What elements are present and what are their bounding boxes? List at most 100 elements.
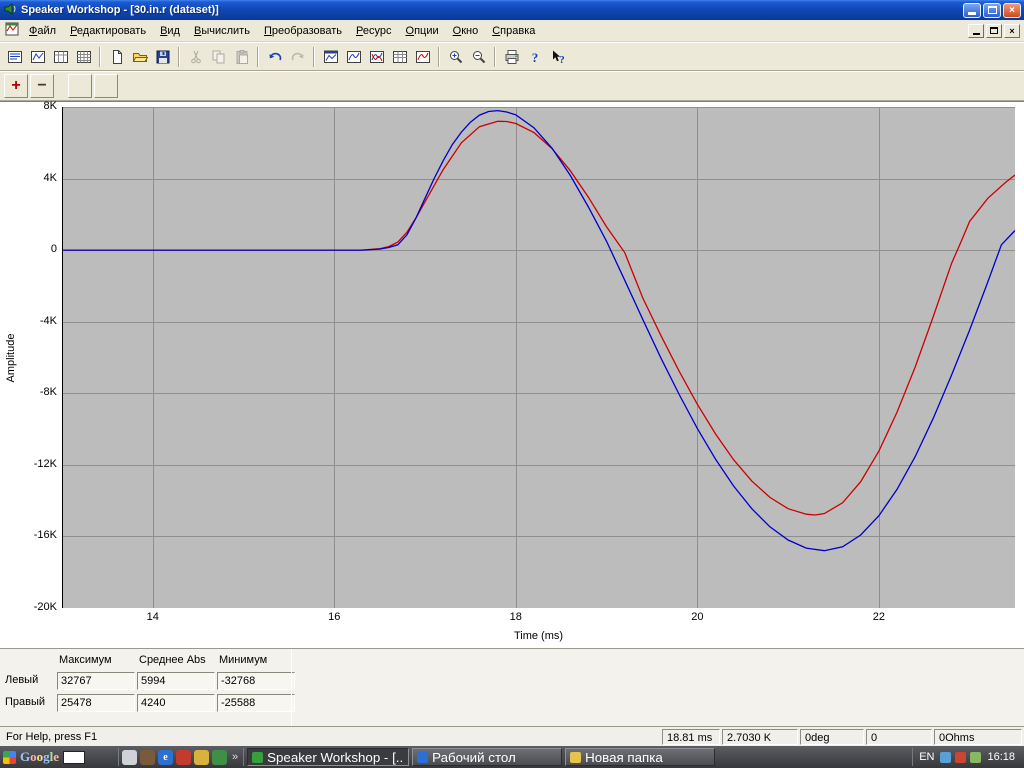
quick-launch-gauge-icon[interactable] <box>140 749 155 765</box>
main-toolbar: ?? <box>0 42 1024 71</box>
stats-value-cell: -32768 <box>217 672 295 690</box>
cut-button[interactable] <box>184 46 207 68</box>
undo-button[interactable] <box>263 46 286 68</box>
close-button[interactable]: × <box>1003 2 1021 18</box>
statistics-table: Максимум Среднее Abs Минимум Левый 32767 5994… <box>0 649 1024 712</box>
google-deskbar[interactable]: Google <box>3 749 115 765</box>
zoom-out-button[interactable] <box>467 46 490 68</box>
tray-volume-icon[interactable] <box>970 751 982 763</box>
title-bar: Speaker Workshop - [30.in.r (dataset)] × <box>0 0 1024 20</box>
toolbar-separator <box>438 46 440 67</box>
y-tick-label: -8K <box>39 386 57 399</box>
menu-item-опции[interactable]: Опции <box>399 21 446 41</box>
quick-launch-security-icon[interactable] <box>212 749 227 765</box>
taskbar: Google e » Speaker Workshop - [... Рабочий… <box>0 746 1024 768</box>
stats-corner <box>5 654 55 668</box>
task-button-label: Speaker Workshop - [... <box>267 749 405 765</box>
quick-launch-ie-icon[interactable]: e <box>158 749 173 765</box>
status-field: 0deg <box>800 728 864 745</box>
paste-button[interactable] <box>230 46 253 68</box>
chart-red-button[interactable] <box>411 46 434 68</box>
chart-overlay-button[interactable] <box>365 46 388 68</box>
table-view-button[interactable] <box>49 46 72 68</box>
y-tick-label: -16K <box>33 529 57 542</box>
y-tick-label: -4K <box>39 314 57 327</box>
tray-antivirus-icon[interactable] <box>955 751 967 763</box>
menu-item-файл[interactable]: Файл <box>22 21 63 41</box>
tray-icons <box>940 751 982 763</box>
stats-column-header: Среднее Abs <box>139 654 206 666</box>
toolbar-separator <box>99 46 101 67</box>
menu-item-вид[interactable]: Вид <box>153 21 187 41</box>
chart-region: Amplitude Time (ms) 8K 4K 0 -4K -8K -12K -16K -… <box>0 100 1024 648</box>
status-help-text: For Help, press F1 <box>6 730 98 743</box>
quick-launch-player-icon[interactable] <box>176 749 191 765</box>
menu-item-редактировать[interactable]: Редактировать <box>63 21 153 41</box>
task-desktop-icon <box>417 751 429 763</box>
quick-launch-document-icon[interactable] <box>122 749 137 765</box>
help-button[interactable]: ? <box>523 46 546 68</box>
tray-display-icon[interactable] <box>940 751 952 763</box>
task-speaker-workshop[interactable]: Speaker Workshop - [... <box>247 748 410 766</box>
y-tick-label: -20K <box>33 601 57 613</box>
task-new-folder[interactable]: Новая папка <box>565 748 716 766</box>
toolbar-separator <box>494 46 496 67</box>
task-new-folder-icon <box>570 751 582 763</box>
menu-item-справка[interactable]: Справка <box>485 21 542 41</box>
toolbar-separator <box>257 46 259 67</box>
menu-item-вычислить[interactable]: Вычислить <box>187 21 257 41</box>
new-chart-window-button[interactable] <box>319 46 342 68</box>
quick-launch-keys-icon[interactable] <box>194 749 209 765</box>
system-tray: EN 16:18 <box>912 748 1021 766</box>
redo-button[interactable] <box>286 46 309 68</box>
mdi-minimize-button[interactable] <box>968 23 984 38</box>
status-field: 0 <box>866 728 932 745</box>
save-button[interactable] <box>151 46 174 68</box>
x-tick-label: 16 <box>328 611 341 623</box>
plot-area[interactable] <box>62 107 1015 608</box>
clock[interactable]: 16:18 <box>987 751 1015 763</box>
stats-value-cell: -25588 <box>217 694 295 712</box>
copy-button[interactable] <box>207 46 230 68</box>
add-dataset-button[interactable]: + <box>4 74 28 98</box>
new-button[interactable] <box>105 46 128 68</box>
menu-item-ресурс[interactable]: Ресурс <box>349 21 398 41</box>
y-tick-label: 4K <box>43 171 57 184</box>
y-tick-label: 8K <box>43 100 57 112</box>
status-fields: 18.81 ms 2.7030 K 0deg 0 0Ohms <box>662 728 1022 745</box>
application-window: Speaker Workshop - [30.in.r (dataset)] ×… <box>0 0 1024 768</box>
chart-blue-button[interactable] <box>342 46 365 68</box>
open-button[interactable] <box>128 46 151 68</box>
stats-column-header: Минимум <box>219 654 268 666</box>
zoom-in-button[interactable] <box>444 46 467 68</box>
menu-item-преобразовать[interactable]: Преобразовать <box>257 21 349 41</box>
context-help-button[interactable]: ? <box>546 46 569 68</box>
window-title: Speaker Workshop - [30.in.r (dataset)] <box>21 4 219 16</box>
svg-text:?: ? <box>531 50 538 65</box>
data-sheet-button[interactable] <box>388 46 411 68</box>
mdi-close-button[interactable]: × <box>1004 23 1020 38</box>
status-field: 18.81 ms <box>662 728 720 745</box>
maximize-button[interactable] <box>983 2 1001 18</box>
quick-launch-overflow-chevron[interactable]: » <box>230 751 240 763</box>
mdi-restore-button[interactable] <box>986 23 1002 38</box>
y-axis-title: Amplitude <box>5 333 17 383</box>
task-buttons: Speaker Workshop - [... Рабочий стол Новая… <box>247 748 716 766</box>
menu-bar: Файл Редактировать Вид Вычислить Преобразова… <box>0 20 1024 42</box>
menu-item-окно[interactable]: Окно <box>446 21 486 41</box>
stats-row-label: Левый <box>5 674 39 686</box>
minimize-button[interactable] <box>963 2 981 18</box>
print-button[interactable] <box>500 46 523 68</box>
google-logo: Google <box>20 749 60 764</box>
toolbar-separator <box>178 46 180 67</box>
google-search-input[interactable] <box>63 750 86 764</box>
y-tick-label: 0 <box>50 243 57 256</box>
notes-view-button[interactable] <box>3 46 26 68</box>
chart-view-button[interactable] <box>26 46 49 68</box>
grid-view-button[interactable] <box>72 46 95 68</box>
stats-value-cell: 5994 <box>137 672 215 690</box>
document-icon[interactable] <box>2 22 22 39</box>
task-desktop[interactable]: Рабочий стол <box>412 748 563 766</box>
remove-dataset-button[interactable]: − <box>30 74 54 98</box>
language-indicator[interactable]: EN <box>919 751 934 763</box>
